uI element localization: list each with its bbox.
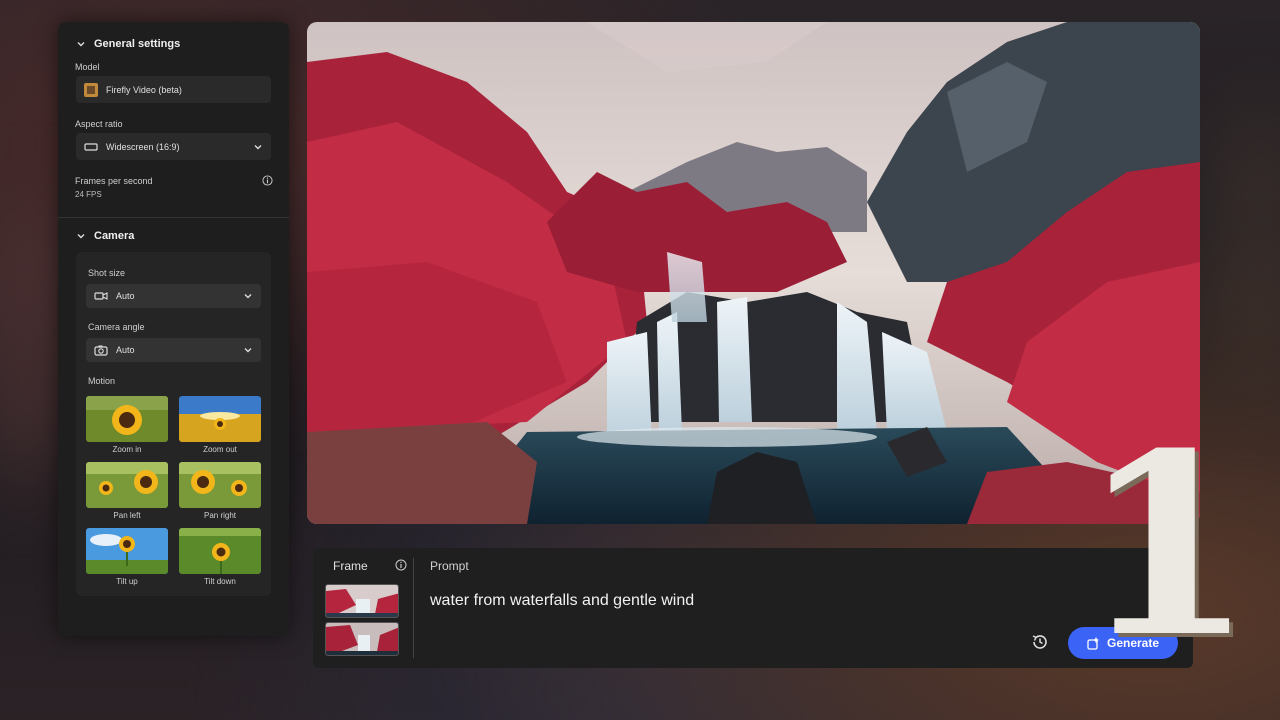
- model-select[interactable]: Firefly Video (beta): [76, 76, 271, 103]
- prompt-bar: Frame Prompt water from waterfalls and g…: [313, 548, 1193, 668]
- model-label: Model: [75, 62, 100, 72]
- motion-tilt-up[interactable]: Tilt up: [86, 528, 168, 586]
- camera-angle-label: Camera angle: [88, 322, 145, 332]
- chevron-down-icon: [244, 294, 252, 299]
- camera-title: Camera: [94, 230, 135, 242]
- motion-label-pan-left: Pan left: [113, 511, 141, 520]
- motion-label-tilt-up: Tilt up: [116, 577, 138, 586]
- sunflower-thumbnail: [179, 396, 261, 442]
- chevron-down-icon: [244, 348, 252, 353]
- motion-label: Motion: [88, 376, 116, 386]
- motion-label-pan-right: Pan right: [203, 511, 237, 520]
- camera-icon: [94, 345, 108, 356]
- chevron-down-icon: [77, 234, 85, 239]
- section-divider: [58, 217, 289, 218]
- motion-pan-left[interactable]: Pan left: [86, 462, 168, 520]
- fps-label: Frames per second: [75, 176, 153, 186]
- aspect-ratio-label: Aspect ratio: [75, 119, 123, 129]
- motion-zoom-out[interactable]: Zoom out: [179, 396, 261, 454]
- camera-settings-box: Shot size Auto Camera angle Auto Motion …: [76, 252, 271, 596]
- motion-pan-right[interactable]: Pan right: [179, 462, 261, 520]
- motion-label-zoom-out: Zoom out: [203, 445, 237, 454]
- camera-angle-value: Auto: [116, 345, 135, 355]
- widescreen-icon: [84, 142, 98, 151]
- prompt-label: Prompt: [430, 559, 469, 573]
- shot-size-value: Auto: [116, 291, 135, 301]
- aspect-ratio-value: Widescreen (16:9): [106, 141, 180, 152]
- sunflower-thumbnail: [179, 462, 261, 508]
- chevron-down-icon: [77, 42, 85, 47]
- prompt-input[interactable]: water from waterfalls and gentle wind: [430, 592, 694, 610]
- motion-tilt-down[interactable]: Tilt down: [179, 528, 261, 586]
- video-preview[interactable]: [307, 22, 1200, 524]
- model-value: Firefly Video (beta): [106, 84, 182, 95]
- firefly-model-icon: [84, 82, 98, 97]
- camera-header[interactable]: Camera: [58, 224, 289, 248]
- sunflower-thumbnail: [86, 462, 168, 508]
- general-settings-title: General settings: [94, 38, 181, 50]
- overlay-number: 1: [1080, 398, 1254, 692]
- aspect-ratio-select[interactable]: Widescreen (16:9): [76, 133, 271, 160]
- info-icon[interactable]: [262, 174, 273, 186]
- frame-thumbnail-first[interactable]: [325, 584, 399, 618]
- sunflower-thumbnail: [179, 528, 261, 574]
- sunflower-thumbnail: [86, 396, 168, 442]
- waterfall-scene: [307, 22, 1200, 524]
- sunflower-thumbnail: [86, 528, 168, 574]
- motion-zoom-in[interactable]: Zoom in: [86, 396, 168, 454]
- frame-thumbnail-last[interactable]: [325, 622, 399, 656]
- vertical-divider: [413, 558, 414, 658]
- chevron-down-icon: [254, 144, 262, 149]
- shot-size-label: Shot size: [88, 268, 126, 278]
- fps-value: 24 FPS: [75, 190, 102, 199]
- motion-label-tilt-down: Tilt down: [204, 577, 236, 586]
- frame-label: Frame: [333, 559, 368, 573]
- info-icon[interactable]: [395, 559, 407, 571]
- shot-size-select[interactable]: Auto: [86, 284, 261, 308]
- history-icon[interactable]: [1030, 632, 1050, 652]
- settings-panel: General settings Model Firefly Video (be…: [58, 22, 289, 636]
- camera-angle-select[interactable]: Auto: [86, 338, 261, 362]
- video-camera-icon: [94, 292, 108, 300]
- motion-grid: Zoom in Zoom out Pan left Pan right Tilt…: [86, 392, 261, 586]
- general-settings-header[interactable]: General settings: [58, 32, 289, 56]
- motion-label-zoom-in: Zoom in: [112, 445, 142, 454]
